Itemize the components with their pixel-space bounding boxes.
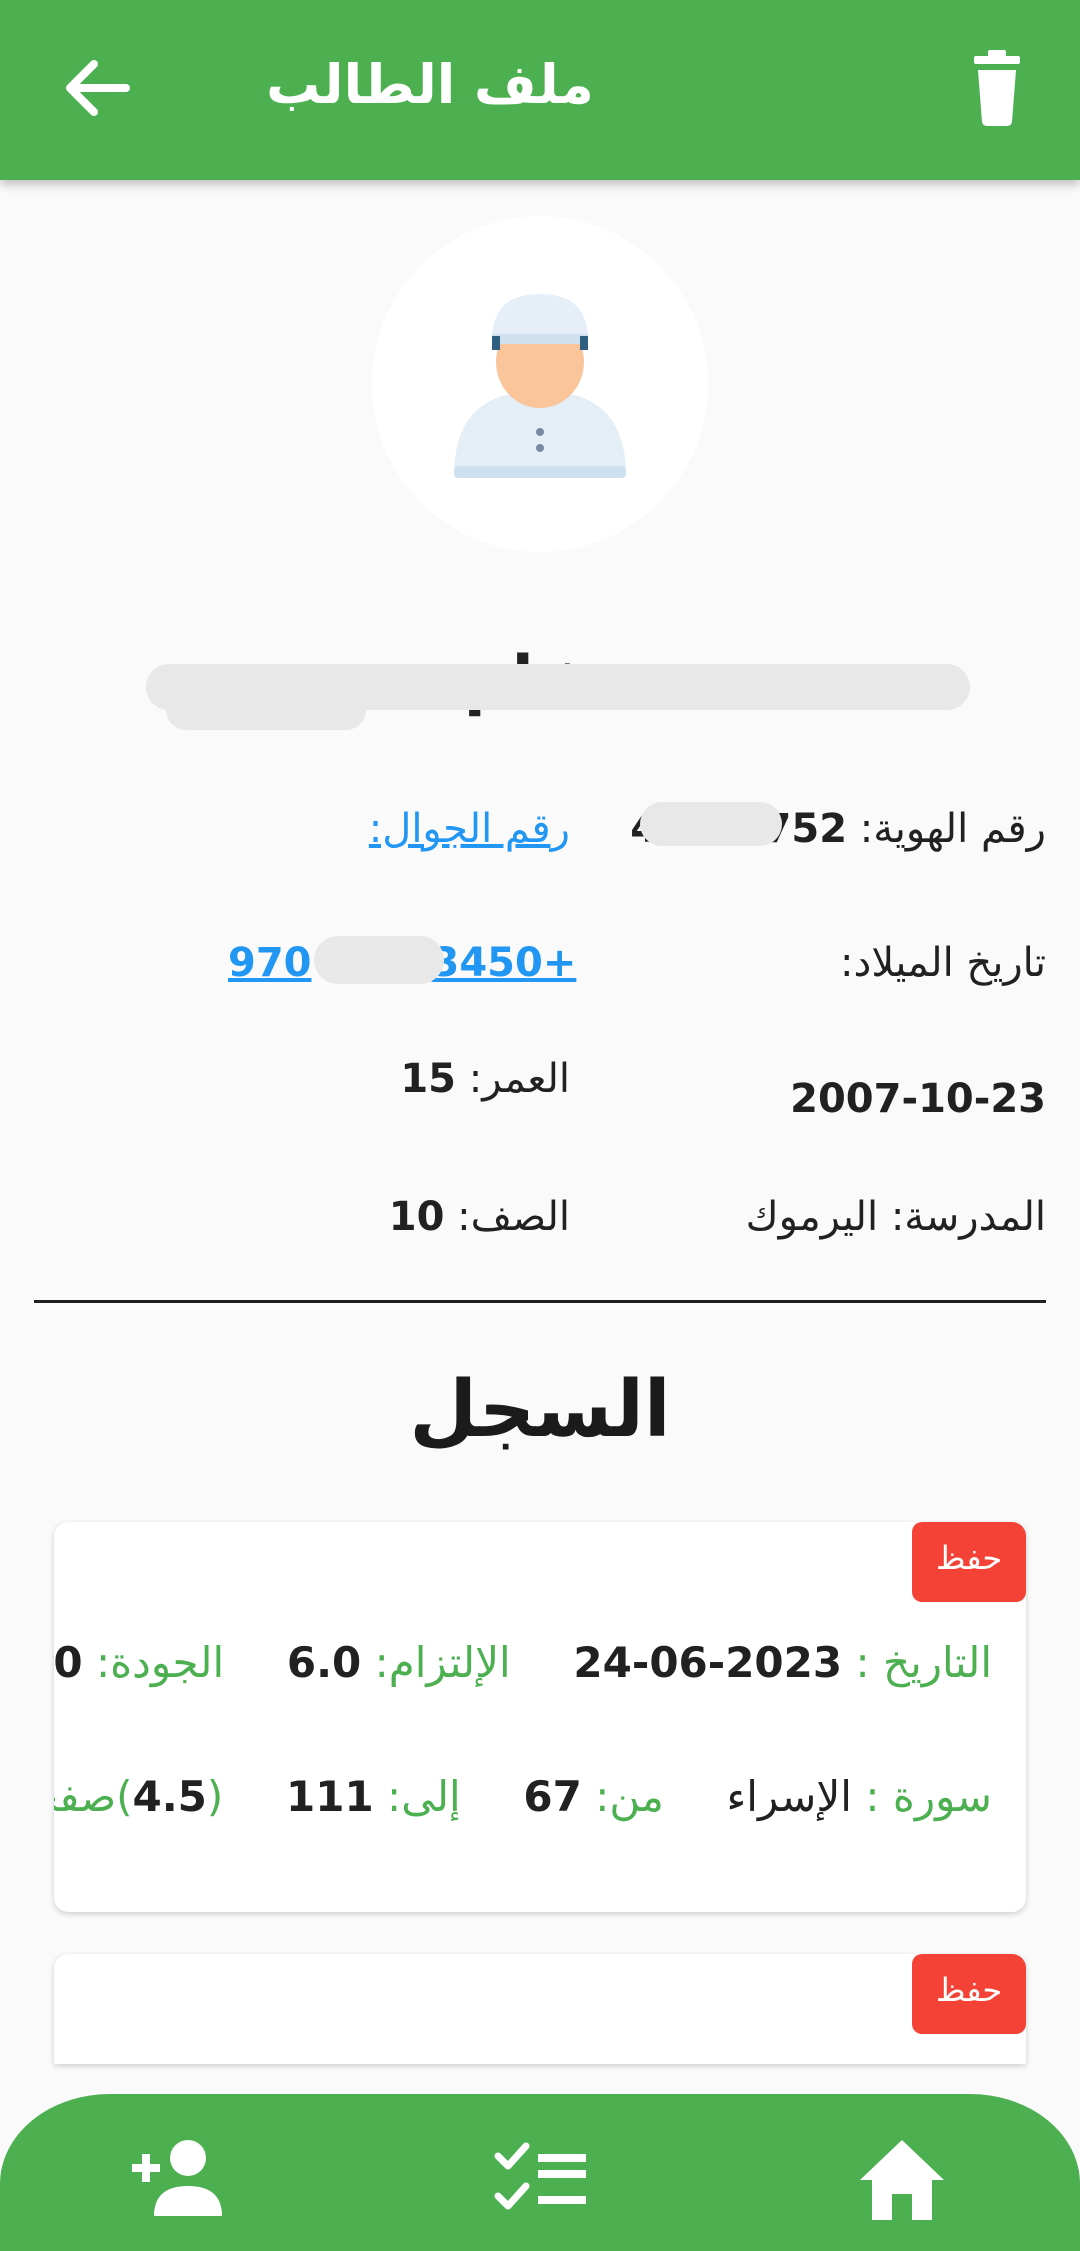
age-row: العمر: 15 [400, 1056, 570, 1102]
from-label: من: [595, 1772, 664, 1821]
bottom-nav [0, 2094, 1080, 2251]
to-label: إلى: [387, 1772, 461, 1821]
age-value: 15 [400, 1056, 456, 1102]
divider [34, 1300, 1046, 1303]
surah-value: الإسراء [726, 1772, 852, 1821]
school-row: المدرسة: اليرموك [746, 1194, 1046, 1240]
grade-row: الصف: 10 [389, 1194, 570, 1240]
quality-value: 9.0 [54, 1638, 83, 1687]
surah-label: سورة : [865, 1772, 992, 1821]
record-row-surah: سورة : الإسراء من: 67 إلى: 111 (4.5)صفحا… [54, 1772, 992, 1821]
record-type-badge: حفظ [912, 1954, 1026, 2034]
app-bar: ملف الطالب [0, 0, 1080, 180]
redacted-id [640, 802, 782, 846]
record-type-badge: حفظ [912, 1522, 1026, 1602]
phone-link-label[interactable]: رقم الجوال: [369, 806, 570, 852]
log-record-card[interactable]: حفظ التاريخ : 2023-06-24 الإلتزام: 6.0 ا… [54, 1522, 1026, 1912]
school-label: المدرسة: [890, 1194, 1046, 1240]
student-avatar-icon [454, 294, 626, 478]
log-record-card[interactable]: حفظ [54, 1954, 1026, 2064]
grade-value: 10 [388, 1194, 445, 1240]
birth-date-value: 2007-10-23 [790, 1076, 1046, 1122]
quality-label: الجودة: [95, 1638, 225, 1687]
commitment-value: 6.0 [286, 1638, 362, 1687]
phone-number-end: 3450+ [431, 940, 577, 986]
add-person-icon[interactable] [128, 2134, 228, 2224]
date-value: 2023-06-24 [573, 1638, 843, 1687]
commitment-label: الإلتزام: [374, 1638, 511, 1687]
log-title: السجل [409, 1365, 671, 1455]
redacted-name-extra [166, 690, 366, 730]
home-icon[interactable] [852, 2134, 952, 2224]
arrow-back-icon[interactable] [56, 44, 136, 132]
age-label: العمر: [468, 1056, 570, 1102]
id-label: رقم الهوية: [859, 806, 1046, 852]
checklist-icon[interactable] [492, 2134, 592, 2224]
to-value: 111 [286, 1772, 374, 1821]
trash-icon[interactable] [960, 48, 1040, 128]
grade-label: الصف: [457, 1194, 570, 1240]
record-row-date: التاريخ : 2023-06-24 الإلتزام: 6.0 الجود… [54, 1638, 992, 1687]
phone-number-start: 970 [228, 940, 312, 986]
date-label: التاريخ : [855, 1638, 992, 1687]
from-value: 67 [523, 1772, 582, 1821]
page-title: ملف الطالب [266, 53, 594, 116]
pages-label: )صفحات [54, 1772, 133, 1821]
pages-value: 4.5 [132, 1772, 207, 1821]
student-avatar [372, 216, 708, 552]
pages-open: ( [206, 1772, 224, 1821]
birth-date-label: تاريخ الميلاد: [840, 940, 1046, 986]
redacted-phone [314, 936, 444, 984]
school-value: اليرموك [745, 1194, 879, 1240]
